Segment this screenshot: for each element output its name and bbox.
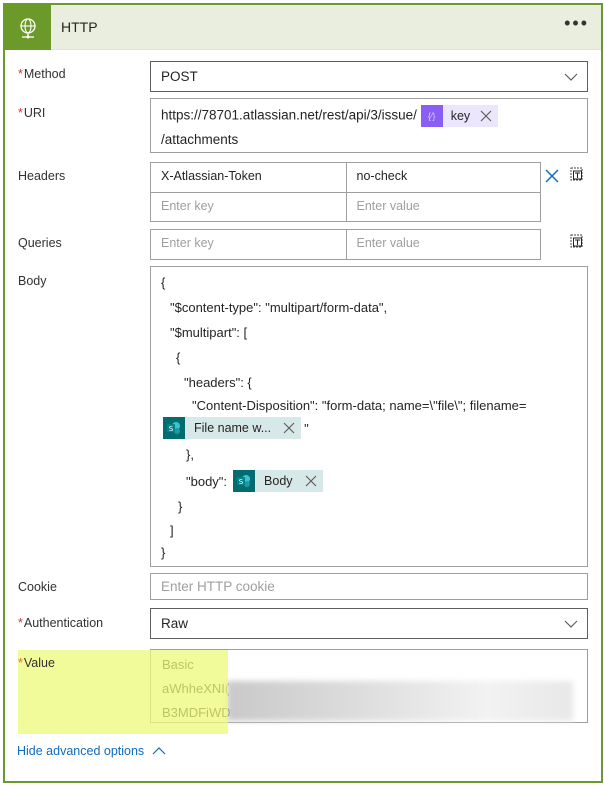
header-key-input-empty[interactable]: Enter key (151, 193, 346, 221)
header-row: X-Atlassian-Token no-check (151, 163, 540, 192)
headers-text-mode-icon[interactable] (570, 166, 584, 185)
authentication-dropdown[interactable]: Raw (150, 608, 588, 639)
queries-text-mode-icon[interactable] (570, 233, 584, 252)
advanced-label: Hide advanced options (17, 744, 145, 758)
cookie-placeholder: Enter HTTP cookie (161, 579, 275, 594)
body-line: } (178, 499, 183, 514)
method-value: POST (161, 69, 198, 84)
required-marker: * (18, 616, 23, 630)
uri-input[interactable]: https://78701.atlassian.net/rest/api/3/i… (150, 98, 588, 153)
value-label: *Value (18, 656, 55, 670)
body-line: { (176, 350, 181, 365)
authentication-label: *Authentication (18, 616, 103, 630)
globe-icon (5, 5, 51, 50)
header-value-input-empty[interactable]: Enter value (345, 193, 541, 221)
remove-token-button[interactable] (480, 110, 492, 122)
authentication-value: Raw (161, 616, 189, 631)
authentication-label-text: Authentication (23, 616, 104, 630)
queries-label: Queries (18, 236, 62, 250)
token-label: key (450, 109, 471, 123)
body-line: } (161, 545, 166, 560)
queries-table: Enter key Enter value (150, 229, 541, 260)
token-label: File name w... (194, 421, 272, 435)
headers-table: X-Atlassian-Token no-check Enter key Ent… (150, 162, 541, 222)
required-marker: * (18, 656, 23, 670)
hide-advanced-options-link[interactable]: Hide advanced options (17, 744, 166, 758)
value-label-text: Value (23, 656, 55, 670)
uri-key-token[interactable]: {∕} key (420, 105, 499, 127)
body-line: "$multipart": [ (170, 325, 248, 340)
remove-token-button[interactable] (305, 475, 317, 487)
close-icon[interactable] (545, 169, 559, 186)
filename-token[interactable]: S File name w... (163, 417, 302, 439)
body-line: }, (186, 447, 194, 462)
uri-label-text: URI (23, 106, 46, 120)
header-key-input[interactable]: X-Atlassian-Token (151, 163, 346, 192)
uri-label: *URI (18, 106, 45, 120)
card-title: HTTP (61, 19, 98, 35)
uri-suffix-text: /attachments (161, 132, 239, 147)
sharepoint-icon: S (233, 470, 256, 492)
http-action-card: HTTP ••• *Method POST *URI https://78701… (3, 3, 603, 783)
body-body-line: "body": S Body (186, 470, 323, 492)
remove-token-button[interactable] (283, 422, 295, 434)
method-label-text: Method (23, 67, 66, 81)
header-row-empty: Enter key Enter value (151, 192, 540, 221)
card-header[interactable]: HTTP ••• (5, 5, 601, 50)
uri-prefix-text: https://78701.atlassian.net/rest/api/3/i… (161, 107, 417, 123)
chevron-down-icon (564, 70, 578, 85)
body-line: "body": (186, 473, 228, 489)
svg-text:S: S (169, 425, 174, 433)
body-line: "headers": { (184, 375, 252, 390)
query-key-input[interactable]: Enter key (151, 230, 346, 259)
query-row-empty: Enter key Enter value (151, 230, 540, 259)
body-filename-line: S File name w... " (163, 417, 309, 439)
body-editor[interactable]: { "$content-type": "multipart/form-data"… (150, 266, 588, 567)
method-dropdown[interactable]: POST (150, 61, 588, 92)
cookie-input[interactable]: Enter HTTP cookie (150, 573, 588, 600)
svg-text:S: S (239, 478, 244, 486)
body-token[interactable]: S Body (233, 470, 323, 492)
query-value-input[interactable]: Enter value (345, 230, 541, 259)
body-line: "$content-type": "multipart/form-data", (170, 300, 388, 315)
header-value-input[interactable]: no-check (345, 163, 541, 192)
body-line: " (304, 420, 309, 436)
sharepoint-icon: S (163, 417, 185, 439)
expression-icon: {∕} (420, 105, 443, 127)
cookie-label: Cookie (18, 580, 57, 594)
more-options-button[interactable]: ••• (564, 14, 589, 32)
required-marker: * (18, 106, 23, 120)
body-line: "Content-Disposition": "form-data; name=… (192, 398, 527, 413)
headers-label: Headers (18, 169, 66, 183)
method-label: *Method (18, 67, 66, 81)
redaction-blur (227, 681, 573, 721)
required-marker: * (18, 67, 23, 81)
chevron-up-icon (152, 744, 166, 758)
body-line: ] (170, 523, 174, 538)
token-label: Body (264, 474, 293, 488)
body-line: { (161, 275, 166, 290)
body-label: Body (18, 274, 47, 288)
chevron-down-icon (564, 617, 578, 632)
